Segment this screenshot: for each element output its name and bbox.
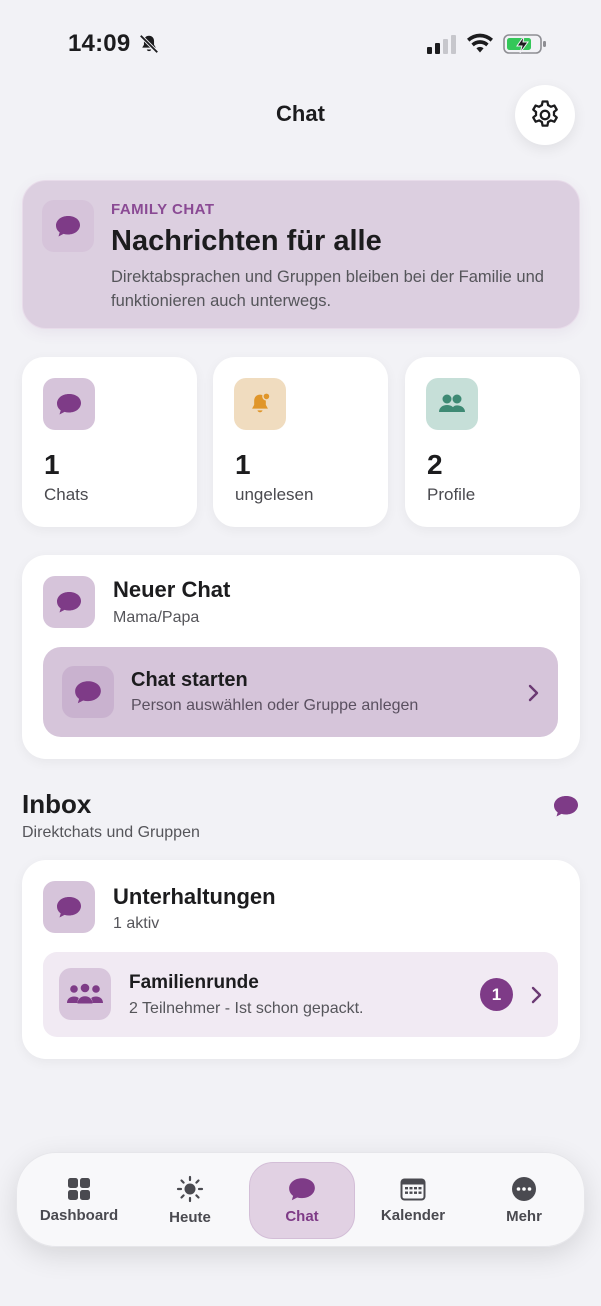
conversations-icon-tile: [43, 881, 95, 933]
new-chat-title: Neuer Chat: [113, 577, 231, 602]
start-chat-icon-tile: [62, 666, 114, 718]
stat-value: 1: [235, 449, 251, 480]
chevron-right-icon: [528, 684, 539, 702]
stat-icon-tile: [234, 378, 286, 430]
bell-off-icon: [139, 34, 159, 54]
stat-label: Chats: [44, 485, 89, 504]
status-bar: 14:09: [0, 0, 601, 88]
conversation-preview: 2 Teilnehmer - Ist schon gepackt.: [129, 1000, 364, 1017]
chat-bubble-icon: [75, 681, 101, 704]
tab-kalender[interactable]: Kalender: [367, 1153, 459, 1248]
hero-description: Direktabsprachen und Gruppen bleiben bei…: [111, 268, 544, 310]
group-icon: [67, 983, 103, 1004]
chevron-right-icon: [531, 986, 542, 1004]
tab-label: Chat: [285, 1208, 319, 1225]
tab-chat[interactable]: Chat: [249, 1162, 355, 1239]
unread-badge: 1: [480, 978, 513, 1011]
cellular-signal-icon: [427, 35, 456, 54]
start-chat-title: Chat starten: [131, 669, 248, 691]
stat-icon-tile: [43, 378, 95, 430]
gear-icon: [532, 100, 558, 127]
tab-heute[interactable]: Heute: [143, 1153, 237, 1248]
stat-icon-tile: [426, 378, 478, 430]
tab-label: Heute: [169, 1209, 211, 1226]
start-chat-subtitle: Person auswählen oder Gruppe anlegen: [131, 697, 419, 714]
stat-card-unread[interactable]: 1 ungelesen: [213, 357, 388, 527]
chat-bubble-icon: [57, 897, 81, 918]
chat-bubble-icon[interactable]: [552, 793, 580, 819]
sun-icon: [176, 1175, 204, 1203]
conversations-title: Unterhaltungen: [113, 884, 276, 909]
inbox-title: Inbox: [22, 789, 92, 819]
new-chat-icon-tile: [43, 576, 95, 628]
stat-card-profiles[interactable]: 2 Profile: [405, 357, 580, 527]
tab-label: Kalender: [380, 1207, 446, 1224]
conversation-row[interactable]: Familienrunde 2 Teilnehmer - Ist schon g…: [43, 952, 558, 1037]
conversation-name: Familienrunde: [129, 972, 259, 993]
inbox-subtitle: Direktchats und Gruppen: [22, 824, 200, 841]
new-chat-card: Neuer Chat Mama/Papa Chat starten Person…: [22, 555, 580, 759]
battery-charging-icon: [503, 34, 546, 54]
stat-value: 1: [44, 449, 60, 480]
conversations-card: Unterhaltungen 1 aktiv Familienrunde 2 T…: [22, 860, 580, 1059]
stat-label: Profile: [427, 485, 476, 504]
wifi-icon: [467, 33, 493, 53]
tab-label: Mehr: [506, 1208, 542, 1225]
chat-bubble-icon: [289, 1178, 315, 1201]
tab-label: Dashboard: [39, 1207, 119, 1224]
hero-title: Nachrichten für alle: [111, 225, 382, 257]
start-chat-button[interactable]: Chat starten Person auswählen oder Grupp…: [43, 647, 558, 737]
calendar-icon: [400, 1178, 426, 1201]
tab-mehr[interactable]: Mehr: [479, 1153, 569, 1248]
status-time: 14:09: [68, 30, 131, 57]
chat-bubble-icon: [56, 216, 80, 237]
family-chat-hero: FAMILY CHAT Nachrichten für alle Direkta…: [22, 180, 580, 329]
stat-card-chats[interactable]: 1 Chats: [22, 357, 197, 527]
stat-label: ungelesen: [235, 485, 314, 504]
hero-icon-tile: [42, 200, 94, 252]
group-avatar: [59, 968, 111, 1020]
tab-bar: Dashboard Heute Chat Kalender Mehr: [16, 1152, 585, 1247]
conversations-subtitle: 1 aktiv: [113, 915, 160, 932]
settings-button[interactable]: [515, 85, 575, 145]
hero-eyebrow: FAMILY CHAT: [111, 201, 215, 218]
chat-bubble-icon: [57, 394, 81, 415]
new-chat-subtitle: Mama/Papa: [113, 609, 200, 626]
stat-value: 2: [427, 449, 443, 480]
people-icon: [439, 394, 465, 412]
grid-icon: [68, 1178, 90, 1200]
more-icon: [512, 1177, 536, 1201]
chat-bubble-icon: [57, 592, 81, 613]
bell-icon: [252, 392, 271, 413]
tab-dashboard[interactable]: Dashboard: [31, 1153, 127, 1248]
page-title: Chat: [276, 101, 325, 126]
